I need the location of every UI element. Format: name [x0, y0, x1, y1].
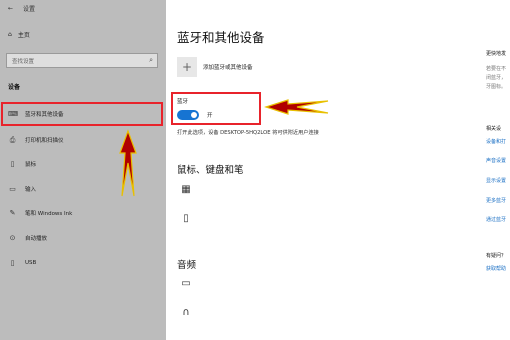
- arrow-up-annotation: [119, 129, 137, 197]
- arrow-left-annotation: [264, 99, 329, 115]
- annotation-arrows: [119, 99, 329, 197]
